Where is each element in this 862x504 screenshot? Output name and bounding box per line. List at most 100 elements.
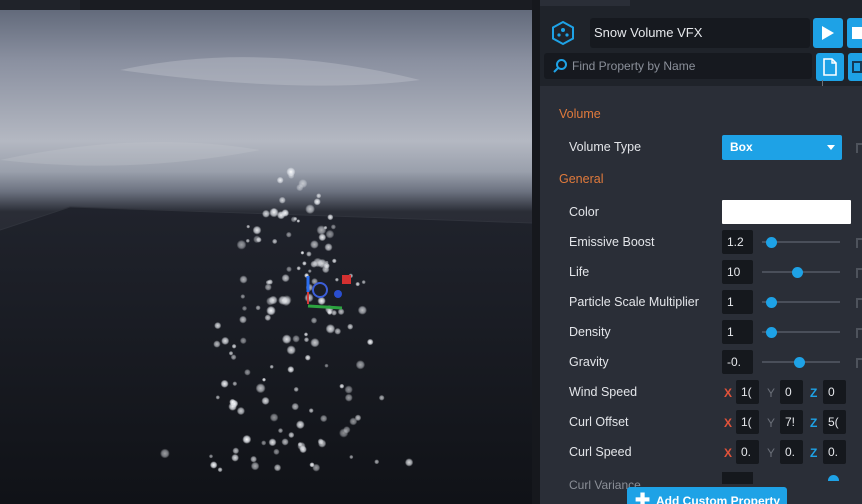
snow-particle: [286, 167, 296, 177]
section-general[interactable]: General: [559, 172, 603, 186]
reset-icon[interactable]: [856, 268, 862, 278]
life-field[interactable]: 10: [722, 260, 753, 284]
snow-particle: [306, 251, 312, 257]
snow-particle: [276, 211, 286, 220]
curl-offset-x-field[interactable]: 1(: [736, 410, 759, 434]
snow-particle: [285, 231, 292, 238]
curl-speed-x-field[interactable]: 0.: [736, 440, 759, 464]
stop-button[interactable]: [847, 18, 862, 48]
snow-particle: [236, 239, 247, 250]
scene-render: [0, 57, 532, 504]
volume-type-value: Box: [730, 140, 753, 154]
snow-particle: [357, 305, 367, 315]
reset-icon[interactable]: [856, 298, 862, 308]
life-thumb[interactable]: [792, 267, 804, 278]
search-input[interactable]: [572, 53, 802, 79]
snow-particle: [331, 258, 337, 264]
snow-particle: [325, 229, 335, 239]
properties-tab[interactable]: [540, 0, 630, 6]
particle-scale-field[interactable]: 1: [722, 290, 753, 314]
snow-particle: [349, 454, 354, 460]
curl-variance-thumb[interactable]: [828, 475, 839, 481]
emissive-boost-field[interactable]: 1.2: [722, 230, 753, 254]
snow-particle: [355, 360, 366, 370]
snow-particle: [231, 343, 237, 349]
scene-viewport[interactable]: [0, 0, 532, 504]
snow-particle: [160, 448, 170, 459]
snow-particle: [313, 257, 323, 268]
density-label: Density: [569, 325, 611, 339]
density-field[interactable]: 1: [722, 320, 753, 344]
property-search[interactable]: [544, 53, 812, 79]
axis-z-label: Z: [810, 416, 818, 430]
snow-particle: [273, 448, 280, 455]
wind-speed-z-field[interactable]: 0: [823, 380, 846, 404]
snow-particle: [269, 364, 274, 369]
curl-speed-label: Curl Speed: [569, 445, 632, 459]
color-swatch[interactable]: [722, 200, 851, 224]
snow-particle: [239, 337, 247, 345]
copy-button[interactable]: [848, 53, 862, 81]
particle-scale-label: Particle Scale Multiplier: [569, 295, 699, 309]
snow-particle: [310, 338, 320, 348]
snow-particle: [307, 269, 312, 273]
snow-particle: [355, 281, 361, 287]
snow-particle: [239, 275, 248, 284]
snow-particle: [228, 351, 234, 356]
reset-icon[interactable]: [856, 238, 862, 248]
cube-mesh: [0, 207, 532, 504]
object-name-field[interactable]: Snow Volume VFX: [590, 18, 810, 48]
scroll-indicator: [816, 80, 823, 86]
snow-particle: [334, 277, 339, 282]
snow-particle: [323, 262, 330, 269]
snow-particle: [325, 324, 336, 334]
snow-particle: [272, 238, 278, 245]
play-icon: [822, 26, 834, 40]
documentation-button[interactable]: [816, 53, 844, 81]
snow-particle: [316, 193, 322, 199]
snow-particle: [255, 305, 261, 311]
axis-z-label: Z: [810, 446, 818, 460]
snow-particle: [232, 381, 238, 387]
snow-particle: [286, 345, 296, 355]
wind-speed-x-field[interactable]: 1(: [736, 380, 759, 404]
particle-scale-thumb[interactable]: [766, 297, 778, 308]
curl-speed-z-field[interactable]: 0.: [823, 440, 846, 464]
vfx-hexagon-icon: [552, 20, 574, 46]
chevron-down-icon: [827, 145, 835, 150]
snow-particle: [304, 354, 311, 361]
reset-icon[interactable]: [856, 143, 862, 153]
snow-particle: [266, 305, 276, 316]
gravity-field[interactable]: -0.: [722, 350, 753, 374]
snow-particle: [269, 413, 279, 422]
curl-speed-y-field[interactable]: 0.: [780, 440, 803, 464]
snow-particle: [344, 393, 353, 402]
play-button[interactable]: [813, 18, 843, 48]
snow-particle: [317, 439, 327, 448]
snow-particle: [378, 394, 385, 401]
snow-particle: [215, 395, 220, 400]
snow-particle: [286, 266, 292, 273]
snow-particle: [209, 461, 218, 469]
curl-offset-y-field[interactable]: 7!: [780, 410, 803, 434]
snow-particle: [261, 396, 270, 405]
section-volume[interactable]: Volume: [559, 107, 601, 121]
reset-icon[interactable]: [856, 358, 862, 368]
snow-particle: [324, 363, 329, 368]
emissive-boost-thumb[interactable]: [766, 237, 778, 248]
curl-variance-field[interactable]: [722, 472, 753, 484]
reset-icon[interactable]: [856, 328, 862, 338]
wind-speed-y-field[interactable]: 0: [780, 380, 803, 404]
volume-type-dropdown[interactable]: Box: [722, 135, 842, 160]
add-custom-property-button[interactable]: ✚ Add Custom Property: [627, 487, 787, 504]
snow-particle: [268, 295, 278, 305]
panel-splitter[interactable]: [532, 0, 540, 504]
snow-particle: [277, 428, 284, 434]
snow-particle: [281, 296, 291, 307]
snow-particle: [339, 383, 345, 389]
curl-offset-z-field[interactable]: 5(: [823, 410, 846, 434]
snow-particle: [267, 279, 274, 285]
snow-particle: [250, 461, 260, 471]
density-thumb[interactable]: [766, 327, 778, 338]
gravity-thumb[interactable]: [794, 357, 806, 368]
